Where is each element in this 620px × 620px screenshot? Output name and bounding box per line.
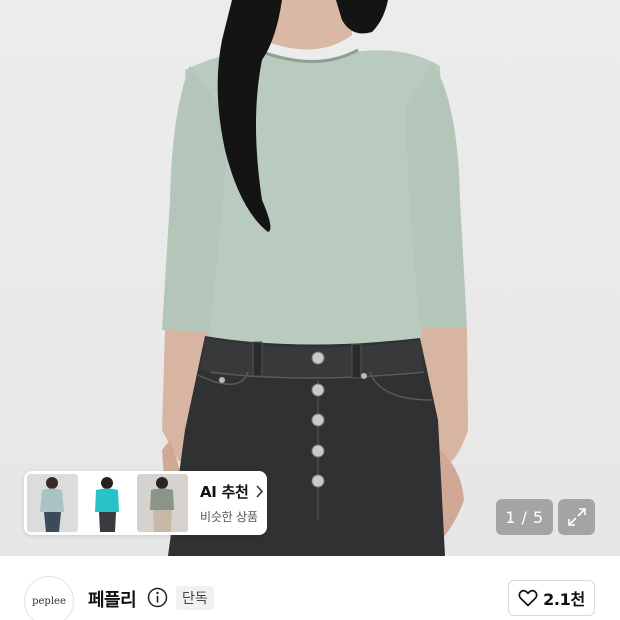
model-sage-top-icon [27,474,78,532]
exclusive-badge: 단독 [176,586,214,610]
expand-icon [567,508,586,526]
like-button[interactable]: 2.1천 [508,580,595,616]
product-image[interactable]: AI 추천 비슷한 상품 1 / 5 [0,0,620,556]
image-counter: 1 / 5 [496,499,553,535]
shop-name[interactable]: 페플리 [88,586,137,612]
ai-recommend-title: AI 추천 [200,483,249,501]
ai-recommend-card[interactable]: AI 추천 비슷한 상품 [24,471,267,535]
model-khaki-top-icon [137,474,188,532]
recommend-thumb-3[interactable] [137,474,188,532]
ai-recommend-subtitle: 비슷한 상품 [200,510,258,524]
recommend-thumb-2[interactable] [82,474,133,532]
like-count: 2.1천 [543,590,585,609]
expand-button[interactable] [558,499,595,535]
info-icon[interactable] [147,587,168,608]
recommend-thumb-1[interactable] [27,474,78,532]
brand-logo[interactable]: peplee [24,576,74,620]
seller-bar: peplee 페플리 단독 2.1천 [0,556,620,620]
model-teal-top-icon [82,474,133,532]
brand-logo-text: peplee [32,595,66,607]
heart-icon [518,589,538,607]
chevron-right-icon [255,485,263,498]
